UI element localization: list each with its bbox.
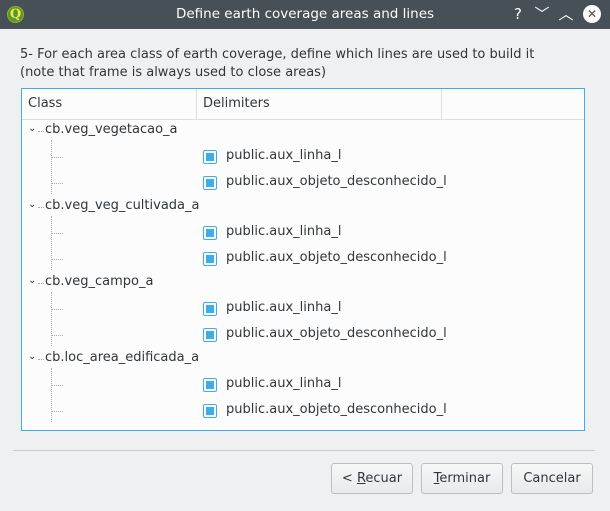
tree-branch-line <box>51 233 63 234</box>
tree-branch-line <box>51 411 63 412</box>
cancel-button[interactable]: Cancelar <box>511 463 593 494</box>
tree-branch-line <box>38 207 44 208</box>
delimiter-checkbox[interactable] <box>203 252 217 266</box>
delimiter-checkbox[interactable] <box>203 226 217 240</box>
collapse-chevron-icon[interactable]: ⌄ <box>28 276 38 286</box>
finish-button[interactable]: Terminar <box>421 463 503 494</box>
tree-branch-line <box>51 335 63 336</box>
tree-branch-line <box>51 216 52 270</box>
maximize-icon[interactable]: ︿ <box>556 4 576 24</box>
delimiter-checkbox[interactable] <box>203 328 217 342</box>
collapse-chevron-icon[interactable]: ⌄ <box>28 124 38 134</box>
column-header-empty <box>442 89 584 119</box>
class-name[interactable]: cb.loc_area_edificada_a <box>45 350 199 365</box>
instruction-line: 5- For each area class of earth coverage… <box>20 47 535 62</box>
tree-branch-line <box>51 309 63 310</box>
instruction-note: (note that frame is always used to close… <box>20 65 327 80</box>
delimiter-label: public.aux_objeto_desconhecido_l <box>226 174 447 189</box>
back-label: ecuar <box>365 471 403 486</box>
delimiter-checkbox[interactable] <box>203 302 217 316</box>
tree-branch-line <box>38 359 44 360</box>
tree-branch-line <box>51 385 63 386</box>
separator <box>13 450 595 451</box>
delimiter-checkbox[interactable] <box>203 404 217 418</box>
minimize-icon[interactable]: ﹀ <box>532 4 552 24</box>
instructions: 5- For each area class of earth coverage… <box>20 46 534 82</box>
tree-header: Class Delimiters <box>22 89 584 120</box>
class-name[interactable]: cb.veg_vegetacao_a <box>45 122 178 137</box>
delimiter-checkbox[interactable] <box>203 176 217 190</box>
delimiter-label: public.aux_objeto_desconhecido_l <box>226 326 447 341</box>
delimiter-label: public.aux_linha_l <box>226 300 342 315</box>
tree-branch-line <box>38 131 44 132</box>
tree-branch-line <box>38 283 44 284</box>
finish-label: erminar <box>439 471 491 486</box>
tree-branch-line <box>51 140 52 194</box>
column-header-class[interactable]: Class <box>22 89 197 119</box>
delimiter-checkbox[interactable] <box>203 150 217 164</box>
delimiter-label: public.aux_linha_l <box>226 224 342 239</box>
tree-branch-line <box>51 368 52 422</box>
tree-branch-line <box>51 157 63 158</box>
delimiter-label: public.aux_linha_l <box>226 376 342 391</box>
back-button[interactable]: < Recuar <box>331 463 413 494</box>
tree-branch-line <box>51 292 52 346</box>
back-prefix: < <box>341 471 357 486</box>
class-delimiter-tree[interactable]: Class Delimiters ⌄ cb.veg_vegetacao_apubl… <box>21 88 585 431</box>
tree-branch-line <box>51 183 63 184</box>
delimiter-label: public.aux_linha_l <box>226 148 342 163</box>
delimiter-label: public.aux_objeto_desconhecido_l <box>226 250 447 265</box>
delimiter-checkbox[interactable] <box>203 378 217 392</box>
help-icon[interactable]: ? <box>508 4 528 24</box>
class-name[interactable]: cb.veg_campo_a <box>45 274 153 289</box>
tree-branch-line <box>51 259 63 260</box>
collapse-chevron-icon[interactable]: ⌄ <box>28 352 38 362</box>
delimiter-label: public.aux_objeto_desconhecido_l <box>226 402 447 417</box>
title-bar[interactable]: Q Define earth coverage areas and lines … <box>0 0 610 29</box>
class-name[interactable]: cb.veg_veg_cultivada_a <box>45 198 199 213</box>
column-header-delimiters[interactable]: Delimiters <box>197 89 442 119</box>
collapse-chevron-icon[interactable]: ⌄ <box>28 200 38 210</box>
close-icon[interactable]: ✕ <box>583 5 601 23</box>
